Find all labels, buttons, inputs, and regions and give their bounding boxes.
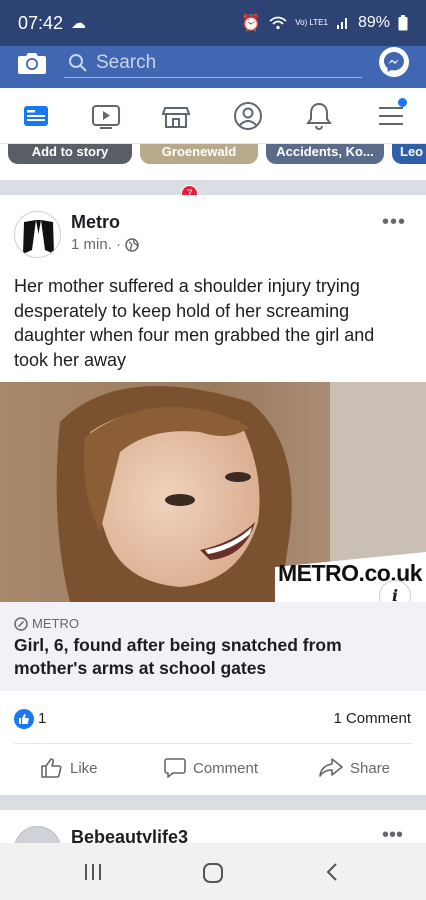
- comment-icon: [164, 758, 186, 778]
- story-label: Add to story: [31, 144, 109, 159]
- metro-avatar[interactable]: [14, 211, 61, 258]
- share-label: Share: [350, 759, 391, 777]
- wifi-icon: [269, 16, 287, 30]
- weather-icon: ☁: [71, 15, 87, 32]
- story-card[interactable]: Add to story: [8, 144, 132, 164]
- like-count[interactable]: 1: [38, 710, 46, 727]
- alarm-icon: ⏰: [241, 15, 262, 32]
- messenger-icon: [384, 52, 404, 72]
- comment-label: Comment: [193, 759, 259, 777]
- home-icon[interactable]: [202, 862, 224, 884]
- news-feed-tab-icon[interactable]: [20, 100, 52, 132]
- battery-level: 89%: [357, 14, 390, 31]
- like-reaction-icon[interactable]: [14, 709, 34, 729]
- nav-bar: 7: [0, 88, 426, 202]
- post-meta: 1 min. ·: [71, 236, 139, 253]
- top-bar: Search: [0, 46, 426, 88]
- search-input[interactable]: Search: [64, 48, 362, 78]
- battery-icon: [398, 15, 408, 31]
- comment-button[interactable]: Comment: [163, 757, 258, 779]
- divider: [14, 743, 412, 744]
- signal-icon: [336, 18, 347, 29]
- post-more-button[interactable]: •••: [382, 211, 406, 234]
- link-preview[interactable]: METRO Girl, 6, found after being snatche…: [0, 602, 426, 691]
- post-time[interactable]: 1 min. ·: [71, 236, 121, 253]
- stories-strip: Add to story Groenewald Accidents, Ko...…: [0, 144, 426, 180]
- camera-icon[interactable]: [17, 50, 47, 76]
- post-text: Her mother suffered a shoulder injury tr…: [14, 276, 375, 370]
- thumbs-up-icon: [19, 714, 29, 724]
- notifications-tab-icon[interactable]: [303, 100, 335, 132]
- comment-count[interactable]: 1 Comment: [333, 710, 411, 727]
- share-icon: [319, 758, 343, 777]
- story-card[interactable]: Groenewald: [140, 144, 258, 164]
- story-label: Leo: [400, 144, 424, 159]
- status-icons: ⏰ Vo) LTE1 89%: [241, 13, 408, 33]
- like-button[interactable]: Like: [40, 757, 98, 779]
- profile-tab-icon[interactable]: [232, 100, 264, 132]
- clock: 07:42: [18, 12, 64, 33]
- story-label: Accidents, Ko...: [276, 144, 374, 159]
- post-image[interactable]: METRO.co.uk i: [0, 382, 426, 602]
- back-icon[interactable]: [324, 862, 340, 882]
- network-type: Vo) LTE1: [295, 18, 328, 27]
- messenger-button[interactable]: [379, 47, 409, 77]
- post-card: Metro 1 min. · ••• Her mother suffered a…: [0, 195, 426, 795]
- menu-notification-dot: [398, 98, 407, 107]
- globe-icon: [125, 237, 139, 252]
- watch-tab-icon[interactable]: [90, 100, 122, 132]
- story-label: Groenewald: [161, 144, 237, 159]
- like-icon: [41, 758, 62, 778]
- story-card[interactable]: Leo: [392, 144, 426, 164]
- link-source: METRO: [14, 616, 79, 631]
- link-headline[interactable]: Girl, 6, found after being snatched from…: [14, 634, 409, 680]
- link-icon: [14, 616, 28, 631]
- search-icon: [69, 53, 87, 72]
- share-button[interactable]: Share: [318, 757, 390, 779]
- story-card[interactable]: Accidents, Ko...: [266, 144, 384, 164]
- metro-logo-icon: [23, 220, 54, 254]
- system-nav-bar: [0, 843, 426, 900]
- search-placeholder: Search: [96, 51, 157, 73]
- post-author[interactable]: Metro: [71, 212, 120, 233]
- link-source-text: METRO: [32, 616, 79, 631]
- like-label: Like: [70, 759, 98, 777]
- recent-apps-icon[interactable]: [83, 862, 103, 882]
- status-bar: 07:42 ☁ ⏰ Vo) LTE1 89%: [0, 0, 426, 46]
- marketplace-tab-icon[interactable]: [160, 100, 192, 132]
